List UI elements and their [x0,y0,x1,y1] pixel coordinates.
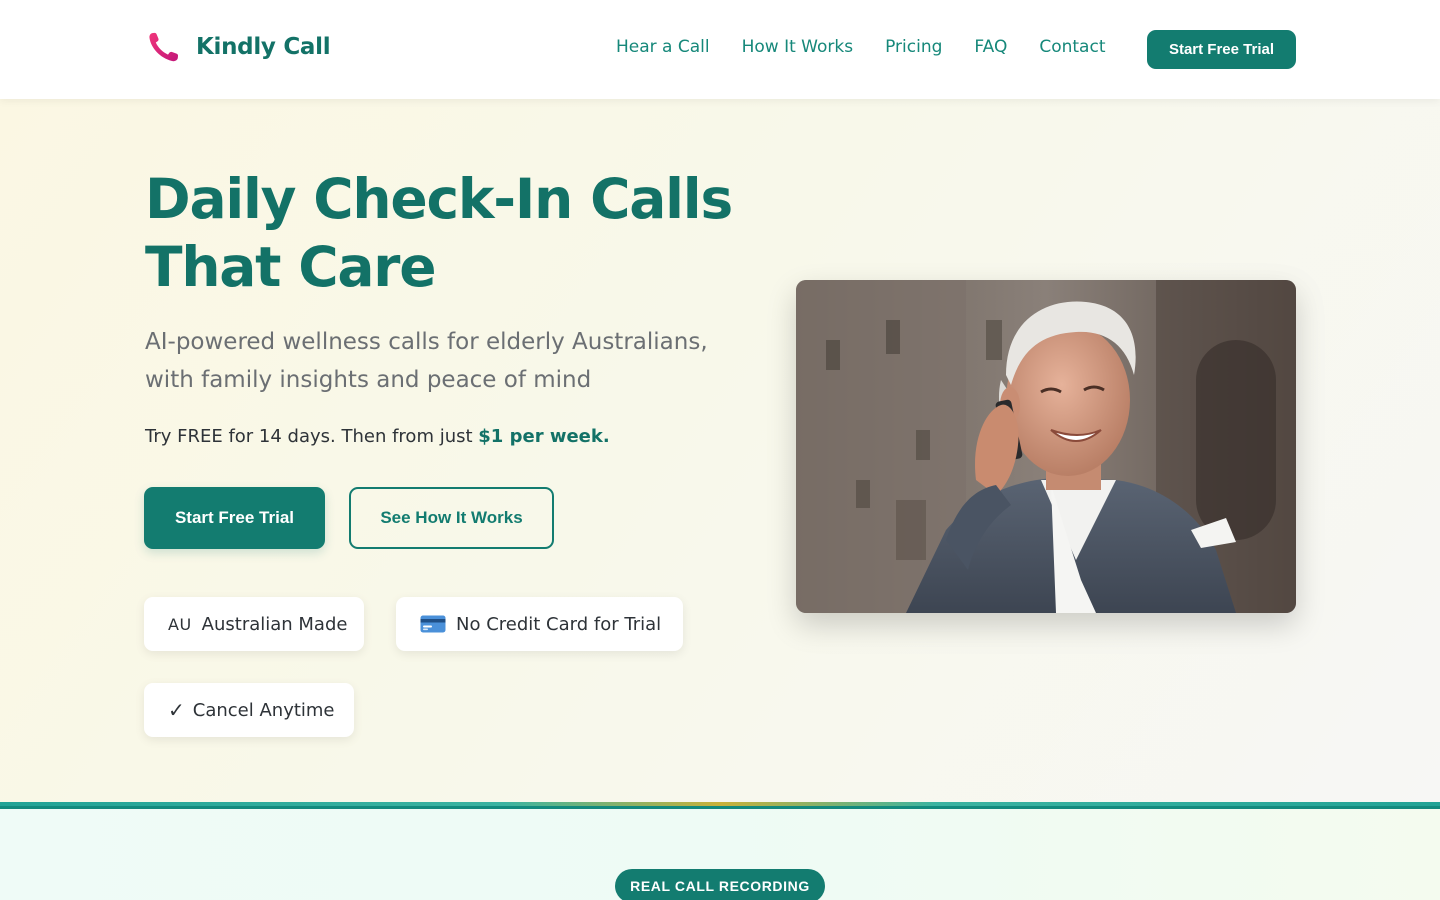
badge-cancel-anytime: ✓ Cancel Anytime [144,683,354,737]
au-flag-icon: AU [168,614,192,634]
offer-text: Try FREE for 14 days. Then from just [145,426,473,447]
badge-label: No Credit Card for Trial [456,613,662,635]
nav-link-pricing[interactable]: Pricing [885,37,942,57]
see-how-it-works-button[interactable]: See How It Works [349,487,554,549]
brand-logo-link[interactable]: Kindly Call [146,29,331,65]
check-icon: ✓ [168,698,185,722]
phone-icon [149,32,179,62]
badge-label: Australian Made [201,613,348,635]
badge-label: Cancel Anytime [192,699,335,721]
header-start-free-trial-button[interactable]: Start Free Trial [1147,30,1296,69]
brand-name: Kindly Call [196,34,331,60]
call-recording-section: REAL CALL RECORDING [0,809,1440,900]
badge-australian-made: AU Australian Made [144,597,364,651]
site-header: Kindly Call Hear a Call How It Works Pri… [0,0,1440,99]
nav-link-contact[interactable]: Contact [1039,37,1105,57]
hero-title-line-1: Daily Check-In Calls [145,167,733,231]
real-call-recording-tag: REAL CALL RECORDING [615,869,825,900]
main-nav: Hear a Call How It Works Pricing FAQ Con… [616,37,1137,57]
offer-price: $1 per week. [478,426,610,447]
section-divider [0,802,1440,809]
badge-no-credit-card: No Credit Card for Trial [396,597,683,651]
hero-photo-senior-man-on-phone [796,280,1296,613]
hero-subtitle: AI-powered wellness calls for elderly Au… [145,329,708,393]
nav-link-hear-a-call[interactable]: Hear a Call [616,37,710,57]
hero-offer: Try FREE for 14 days. Then from just $1 … [145,426,610,447]
hero-section: Daily Check-In Calls That Care AI-powere… [0,99,1440,803]
nav-link-faq[interactable]: FAQ [974,37,1007,57]
hero-title: Daily Check-In Calls That Care [145,165,785,301]
nav-link-how-it-works[interactable]: How It Works [742,37,853,57]
start-free-trial-button[interactable]: Start Free Trial [144,487,325,549]
credit-card-icon [420,615,446,633]
hero-title-line-2: That Care [145,235,437,299]
